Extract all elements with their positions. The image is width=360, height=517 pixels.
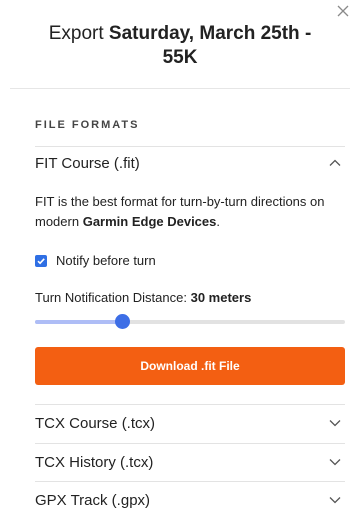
- accordion-fit[interactable]: FIT Course (.fit): [35, 146, 345, 180]
- accordion-fit-label: FIT Course (.fit): [35, 154, 140, 172]
- slider-fill: [35, 320, 122, 324]
- notify-checkbox[interactable]: [35, 254, 47, 267]
- fit-description: FIT is the best format for turn-by-turn …: [35, 192, 345, 232]
- fit-description-devices: Garmin Edge Devices: [82, 214, 217, 229]
- section-label: FILE FORMATS: [35, 119, 140, 131]
- accordion-gpx-track-label: GPX Track (.gpx): [35, 491, 151, 509]
- download-fit-button[interactable]: Download .fit File: [35, 347, 345, 385]
- accordion-tcx-course[interactable]: TCX Course (.tcx): [35, 406, 345, 440]
- dialog-title: Export Saturday, March 25th - 55K: [0, 0, 360, 77]
- chevron-down-icon: [328, 493, 342, 507]
- title-prefix: Export: [48, 23, 109, 44]
- notify-option[interactable]: Notify before turn: [35, 253, 156, 268]
- divider: [35, 443, 345, 444]
- divider: [35, 404, 345, 405]
- fit-description-end: .: [216, 214, 220, 229]
- turn-distance-value: 30 meters: [190, 290, 252, 305]
- notify-label: Notify before turn: [56, 253, 156, 268]
- chevron-up-icon: [328, 156, 342, 170]
- header-divider: [10, 88, 350, 89]
- title-route-name: Saturday, March 25th - 55K: [108, 23, 312, 68]
- slider-thumb[interactable]: [115, 315, 129, 328]
- turn-distance-prefix: Turn Notification Distance:: [35, 290, 191, 305]
- accordion-gpx-track[interactable]: GPX Track (.gpx): [35, 483, 345, 517]
- chevron-down-icon: [328, 455, 342, 469]
- close-icon[interactable]: [336, 4, 350, 18]
- turn-distance-label: Turn Notification Distance: 30 meters: [35, 290, 251, 305]
- accordion-tcx-history-label: TCX History (.tcx): [35, 453, 154, 471]
- accordion-tcx-history[interactable]: TCX History (.tcx): [35, 445, 345, 479]
- divider: [35, 481, 345, 482]
- chevron-down-icon: [328, 416, 342, 430]
- turn-distance-slider[interactable]: [35, 314, 345, 330]
- accordion-tcx-course-label: TCX Course (.tcx): [35, 414, 156, 432]
